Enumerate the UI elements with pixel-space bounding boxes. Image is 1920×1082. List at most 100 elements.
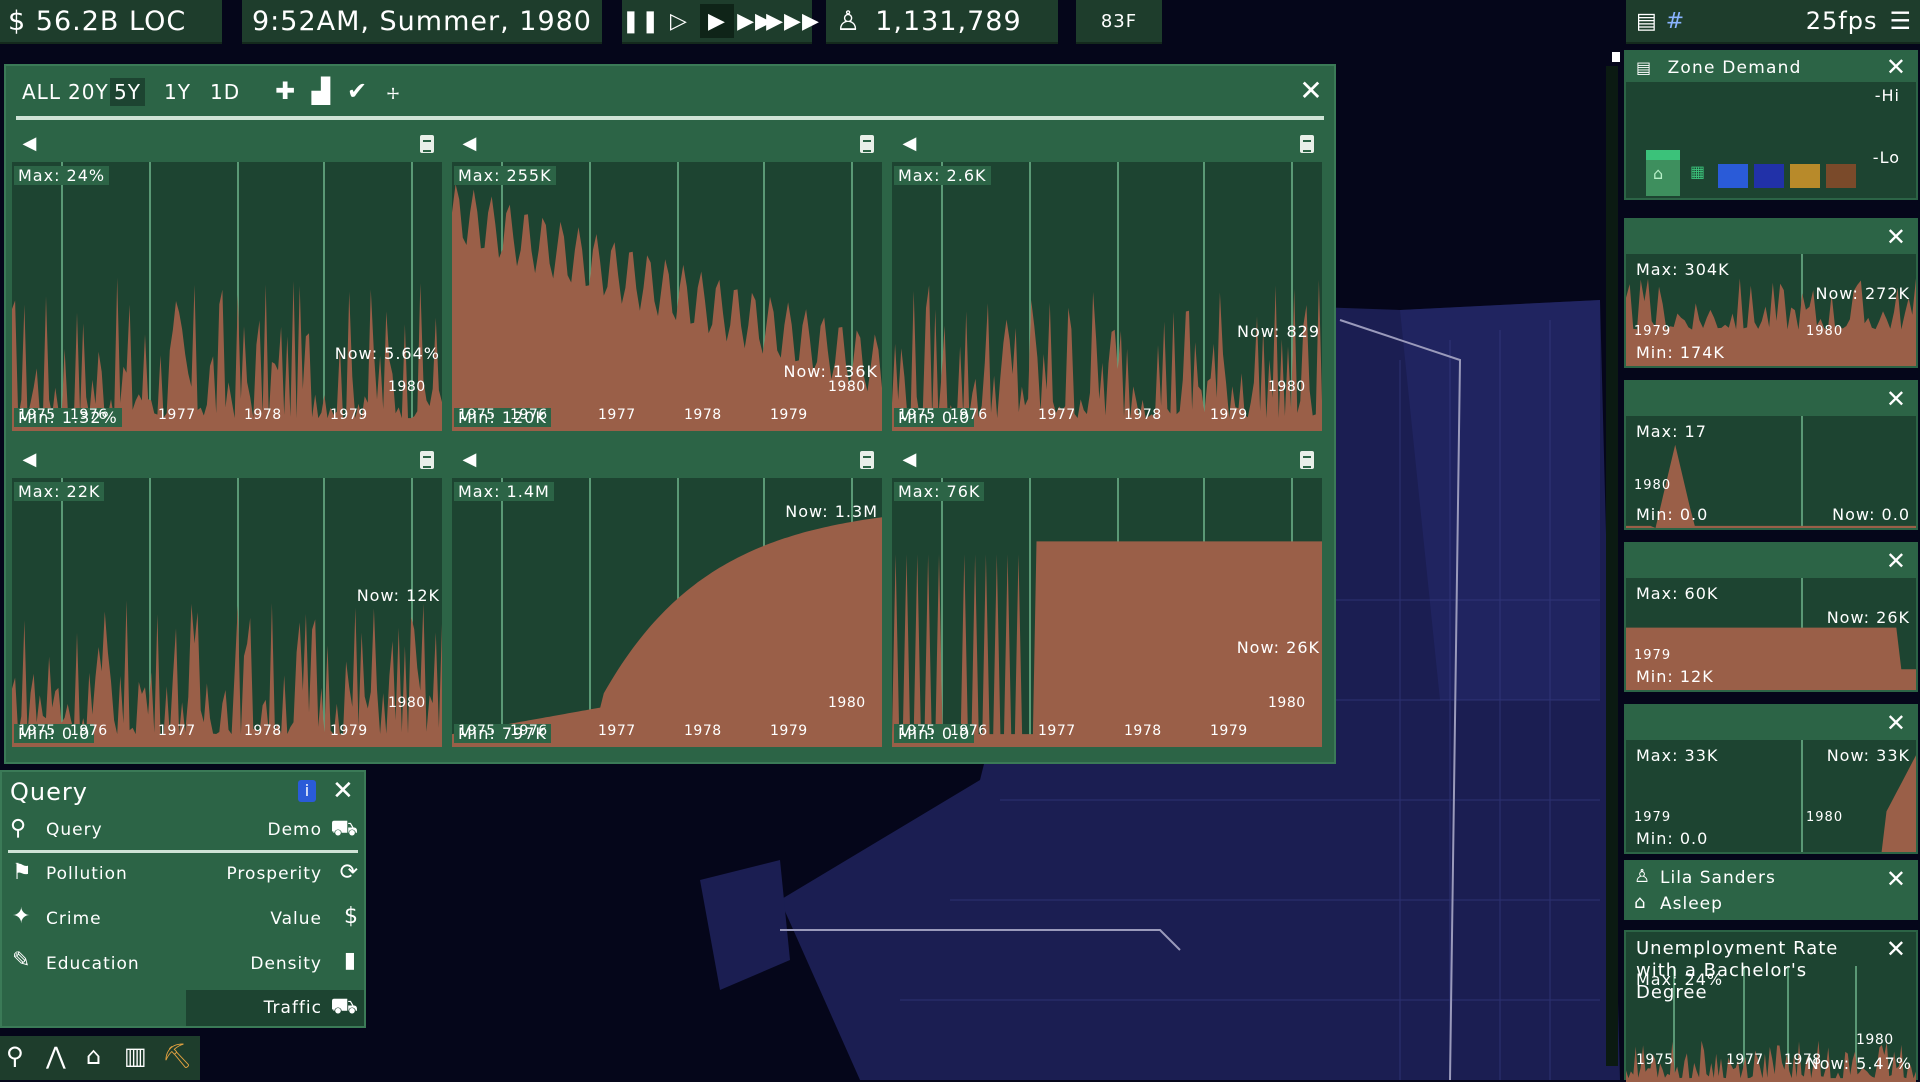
building-tool-icon[interactable]: ▥	[124, 1042, 147, 1070]
close-icon[interactable]: ✕	[1886, 546, 1906, 576]
collapse-arrow-icon[interactable]: ◀	[16, 126, 44, 162]
year-label: 1978	[1124, 407, 1162, 423]
doc-icon[interactable]: ▤	[1636, 9, 1658, 34]
year-label: 1978	[684, 723, 722, 739]
grid-icon[interactable]: #	[1666, 9, 1685, 34]
year-label: 1980	[1634, 478, 1672, 493]
graphs-panel: ALL 20Y 5Y 1Y 1D ✚ ▟ ✔ ⧾ ✕ ◀ Max: 24% Min:…	[4, 64, 1336, 764]
top-right-bar: ▤ # 25fps ☰	[1626, 0, 1920, 44]
bulldoze-tool-icon[interactable]: ⛏	[162, 1042, 192, 1070]
query-mode-traffic[interactable]: Traffic	[264, 998, 322, 1018]
tab-20y[interactable]: 20Y	[64, 78, 113, 106]
side-graph-panel: ✕ Max: 17 Min: 0.0 Now: 0.0 1980	[1624, 380, 1918, 530]
query-mode-query[interactable]: Query	[46, 820, 103, 840]
now-label: Now: 33K	[1826, 746, 1910, 765]
person-icon: ♙	[836, 5, 862, 37]
add-graph-icon[interactable]: ✚	[270, 76, 300, 106]
graph-plot	[12, 162, 442, 431]
tab-1d[interactable]: 1D	[206, 78, 244, 106]
check-icon[interactable]: ✔	[342, 76, 372, 106]
collapse-arrow-icon[interactable]: ◀	[456, 126, 484, 162]
graph-doc-icon[interactable]	[1300, 135, 1314, 153]
close-icon[interactable]: ✕	[1886, 52, 1906, 82]
menu-icon[interactable]: ☰	[1889, 7, 1912, 35]
now-label: Now: 26K	[1826, 608, 1910, 627]
side-graph-panel: ✕ Max: 33K Min: 0.0 Now: 33K 1979 1980	[1624, 704, 1918, 854]
close-icon[interactable]: ✕	[1886, 864, 1906, 894]
demand-hi-label: -Hi	[1874, 86, 1900, 105]
value-icon: $	[344, 904, 358, 929]
year-label: 1978	[244, 723, 282, 739]
sidebar-scrollbar[interactable]	[1606, 66, 1618, 1066]
zone-tool-icon[interactable]: ⌂	[86, 1042, 101, 1070]
home-icon: ⌂	[1634, 892, 1646, 913]
query-mode-value[interactable]: Value	[270, 909, 322, 929]
close-icon[interactable]: ✕	[1886, 708, 1906, 738]
side-panel-header	[1626, 382, 1916, 416]
scroll-indicator[interactable]	[1612, 52, 1620, 62]
year-label: 1976	[70, 407, 108, 423]
year-label: 1976	[510, 407, 548, 423]
graph-doc-icon[interactable]	[860, 451, 874, 469]
close-icon[interactable]: ✕	[1886, 384, 1906, 414]
tab-5y[interactable]: 5Y	[110, 78, 145, 106]
close-icon[interactable]: ✕	[1886, 934, 1906, 964]
year-label: 1977	[1038, 407, 1076, 423]
temperature-display: 83F	[1076, 0, 1162, 44]
max-label: Max: 17	[1636, 422, 1707, 441]
year-label: 1977	[598, 407, 636, 423]
factory-icon	[1826, 164, 1856, 188]
traffic-icon: ⛟	[330, 994, 358, 1019]
slow-speed-button[interactable]: ▷	[662, 4, 696, 38]
query-mode-pollution[interactable]: Pollution	[46, 864, 128, 884]
graph-title-bar: ◀	[12, 442, 442, 478]
year-label: 1980	[388, 695, 426, 711]
shop-icon	[1718, 164, 1748, 188]
year-label: 1977	[1038, 723, 1076, 739]
collapse-arrow-icon[interactable]: ◀	[896, 442, 924, 478]
plus-settings-icon[interactable]: ⧾	[378, 76, 408, 106]
max-label: Max: 2.6K	[894, 166, 991, 185]
year-label: 1979	[1634, 810, 1672, 825]
query-mode-density[interactable]: Density	[250, 954, 322, 974]
query-mode-demo[interactable]: Demo	[267, 820, 322, 840]
road-tool-icon[interactable]: ⋀	[46, 1042, 66, 1070]
graph-doc-icon[interactable]	[860, 135, 874, 153]
graph-doc-icon[interactable]	[420, 135, 434, 153]
person-name[interactable]: Lila Sanders	[1660, 868, 1776, 888]
collapse-arrow-icon[interactable]: ◀	[456, 442, 484, 478]
pause-button[interactable]: ❚❚	[622, 4, 660, 38]
side-panel-header	[1626, 220, 1916, 254]
fastest-speed-button[interactable]: ▶▶▶	[766, 4, 819, 38]
query-tool-icon[interactable]: ⚲	[6, 1042, 24, 1070]
collapse-arrow-icon[interactable]: ◀	[16, 442, 44, 478]
demo-icon: ⛟	[330, 816, 358, 841]
close-icon[interactable]: ✕	[332, 776, 354, 806]
year-label: 1979	[770, 407, 808, 423]
normal-speed-button[interactable]: ▶	[700, 4, 734, 38]
collapse-arrow-icon[interactable]: ◀	[896, 126, 924, 162]
year-label: 1979	[770, 723, 808, 739]
now-label: Now: 12K	[356, 586, 440, 605]
query-mode-education[interactable]: Education	[46, 954, 140, 974]
query-divider	[8, 850, 358, 853]
graph-toolbar: ALL 20Y 5Y 1Y 1D ✚ ▟ ✔ ⧾ ✕	[6, 66, 1334, 120]
close-icon[interactable]: ✕	[1296, 76, 1326, 106]
area-series	[452, 517, 882, 747]
bar-chart-icon[interactable]: ▟	[306, 76, 336, 106]
graph-plot	[892, 162, 1322, 431]
query-mode-crime[interactable]: Crime	[46, 909, 102, 929]
graph-doc-icon[interactable]	[1300, 451, 1314, 469]
graph-doc-icon[interactable]	[420, 451, 434, 469]
year-label: 1980	[828, 695, 866, 711]
close-icon[interactable]: ✕	[1886, 222, 1906, 252]
info-icon[interactable]: i	[298, 780, 316, 802]
side-panel-header	[1626, 544, 1916, 578]
tab-1y[interactable]: 1Y	[160, 78, 195, 106]
now-label: Now: 5.47%	[1806, 1054, 1912, 1073]
query-mode-prosperity[interactable]: Prosperity	[226, 864, 322, 884]
tab-all[interactable]: ALL	[18, 78, 65, 106]
graph-title-bar: ◀	[892, 126, 1322, 162]
crime-icon: ✦	[12, 904, 31, 929]
query-title: Query	[10, 778, 88, 806]
